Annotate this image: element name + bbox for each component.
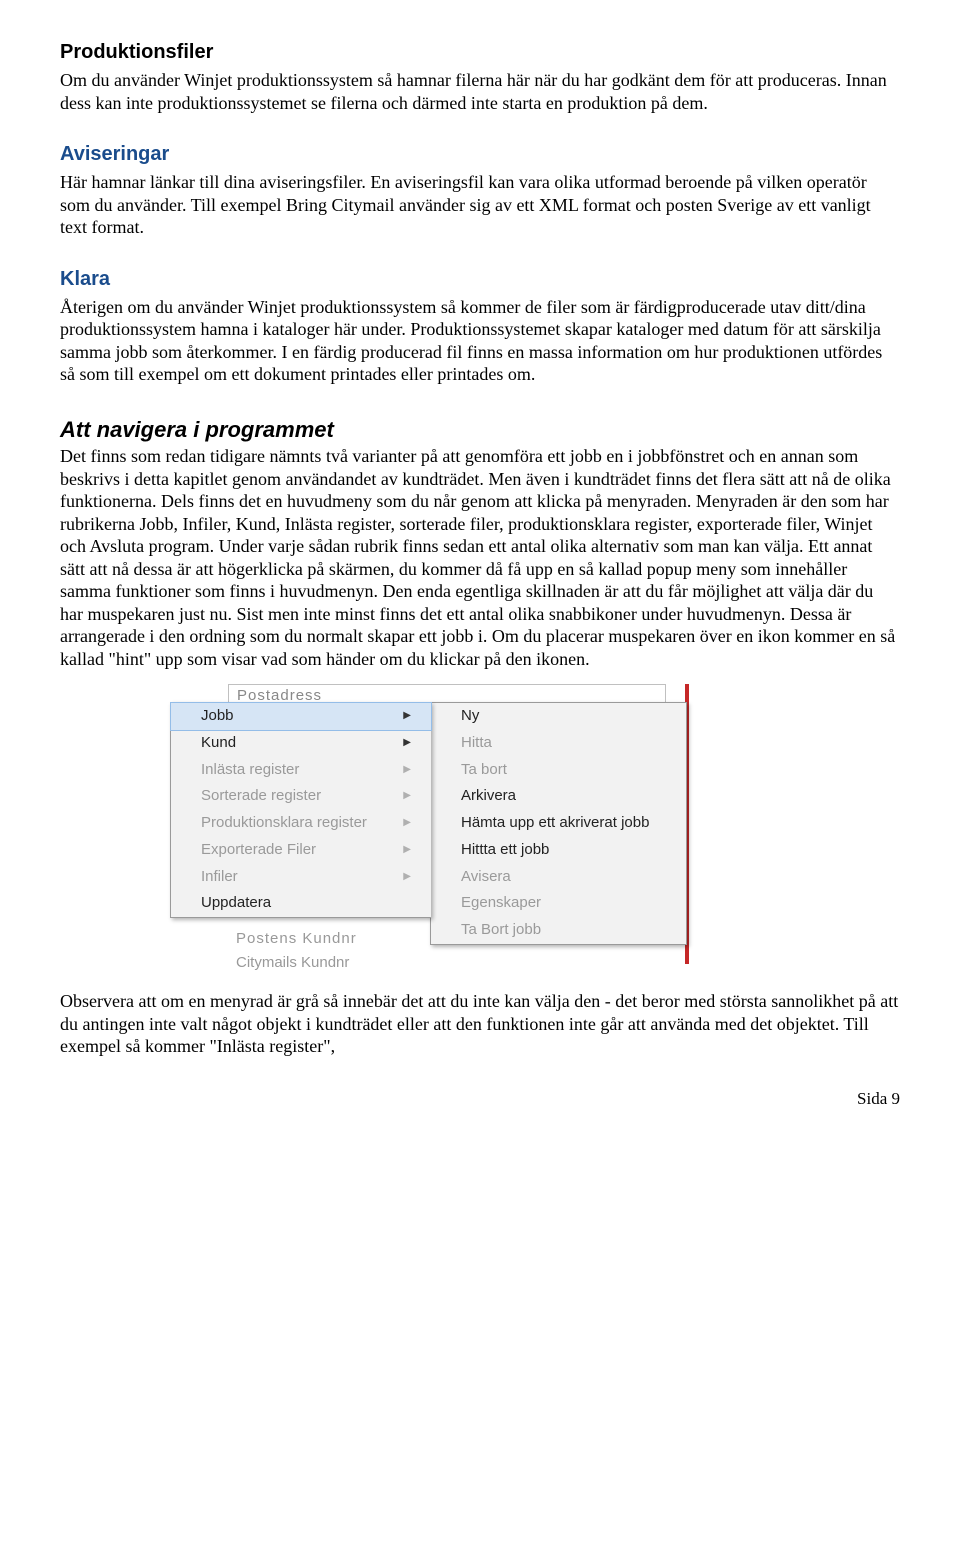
- submenu-item-hitta: Hitta: [431, 730, 686, 757]
- submenu-item-hittta-ett-jobb[interactable]: Hittta ett jobb: [431, 837, 686, 864]
- submenu-item-label: Ta Bort jobb: [461, 921, 541, 940]
- para-navigera: Det finns som redan tidigare nämnts två …: [60, 445, 900, 670]
- menu-item-label: Exporterade Filer: [201, 841, 316, 860]
- chevron-right-icon: ▶: [403, 737, 411, 750]
- submenu-item-label: Hittta ett jobb: [461, 841, 549, 860]
- para-produktionsfiler: Om du använder Winjet produktionssystem …: [60, 69, 900, 114]
- chevron-right-icon: ▶: [403, 871, 411, 884]
- submenu-item-hämta-upp-ett-akriverat-jobb[interactable]: Hämta upp ett akriverat jobb: [431, 810, 686, 837]
- bg-field-citymails-kundnr: Citymails Kundnr: [228, 952, 664, 975]
- menu-item-sorterade-register: Sorterade register ▶: [171, 783, 431, 810]
- menu-item-label: Uppdatera: [201, 894, 271, 913]
- submenu-item-ny[interactable]: Ny: [431, 703, 686, 730]
- menu-item-label: Inlästa register: [201, 761, 299, 780]
- submenu-item-avisera: Avisera: [431, 864, 686, 891]
- submenu-item-label: Ta bort: [461, 761, 507, 780]
- submenu-item-label: Hämta upp ett akriverat jobb: [461, 814, 649, 833]
- submenu-item-label: Egenskaper: [461, 894, 541, 913]
- menu-item-inlästa-register: Inlästa register ▶: [171, 757, 431, 784]
- para-after-image: Observera att om en menyrad är grå så in…: [60, 990, 900, 1058]
- page-number: Sida 9: [60, 1088, 900, 1109]
- submenu-item-ta-bort-jobb: Ta Bort jobb: [431, 917, 686, 944]
- submenu-item-label: Avisera: [461, 868, 511, 887]
- heading-aviseringar: Aviseringar: [60, 142, 900, 167]
- para-aviseringar: Här hamnar länkar till dina aviseringsfi…: [60, 171, 900, 239]
- chevron-right-icon: ▶: [403, 844, 411, 857]
- submenu-item-egenskaper: Egenskaper: [431, 890, 686, 917]
- submenu-item-label: Arkivera: [461, 787, 516, 806]
- context-menu-left[interactable]: Jobb▶Kund▶Inlästa register▶Sorterade reg…: [170, 702, 431, 918]
- menu-item-label: Infiler: [201, 868, 238, 887]
- menu-item-kund[interactable]: Kund ▶: [171, 730, 431, 757]
- heading-klara: Klara: [60, 267, 900, 292]
- heading-produktionsfiler: Produktionsfiler: [60, 40, 900, 65]
- heading-navigera: Att navigera i programmet: [60, 416, 900, 444]
- submenu-item-label: Hitta: [461, 734, 492, 753]
- submenu-item-ta-bort: Ta bort: [431, 757, 686, 784]
- chevron-right-icon: ▶: [403, 710, 411, 723]
- submenu-item-arkivera[interactable]: Arkivera: [431, 783, 686, 810]
- context-menu-screenshot: Postadress Jobb▶Kund▶Inlästa register▶So…: [170, 688, 725, 968]
- context-submenu-right[interactable]: Ny Hitta Ta bort Arkivera Hämta upp ett akri…: [430, 702, 687, 945]
- menu-item-label: Kund: [201, 734, 236, 753]
- menu-item-label: Jobb: [201, 707, 234, 726]
- menu-item-uppdatera[interactable]: Uppdatera: [171, 890, 431, 917]
- menu-item-jobb[interactable]: Jobb ▶: [171, 703, 431, 730]
- menu-item-label: Sorterade register: [201, 787, 321, 806]
- submenu-item-label: Ny: [461, 707, 479, 726]
- menu-item-label: Produktionsklara register: [201, 814, 367, 833]
- menu-item-produktionsklara-register: Produktionsklara register ▶: [171, 810, 431, 837]
- menu-item-exporterade-filer: Exporterade Filer ▶: [171, 837, 431, 864]
- para-klara: Återigen om du använder Winjet produktio…: [60, 296, 900, 386]
- chevron-right-icon: ▶: [403, 790, 411, 803]
- chevron-right-icon: ▶: [403, 764, 411, 777]
- chevron-right-icon: ▶: [403, 817, 411, 830]
- menu-item-infiler: Infiler ▶: [171, 864, 431, 891]
